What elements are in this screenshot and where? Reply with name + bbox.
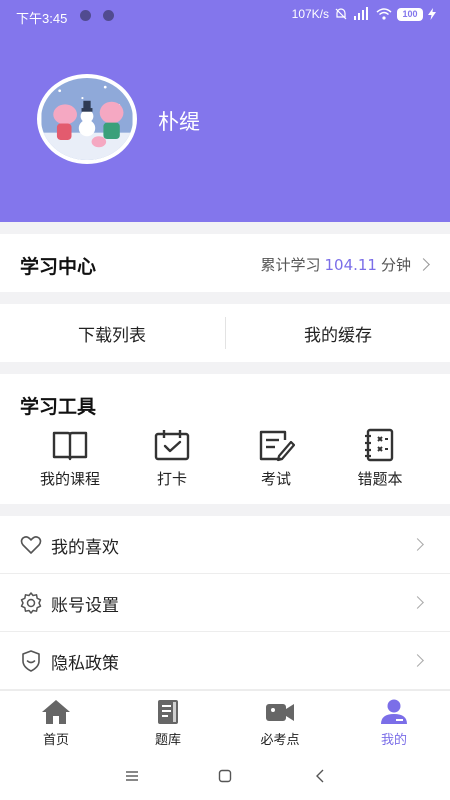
tool-label: 我的课程 <box>39 470 100 488</box>
downloads-row: 下载列表 我的缓存 <box>0 304 450 362</box>
study-time-summary: 累计学习 104.11 分钟 <box>260 254 430 275</box>
wifi-icon <box>376 8 392 20</box>
tool-wrong-questions[interactable]: 错题本 <box>330 428 430 489</box>
cartoon-pig-snowman-avatar <box>41 78 133 160</box>
mute-bell-icon <box>335 8 347 20</box>
study-time-suffix: 分钟 <box>380 256 411 274</box>
tab-label: 首页 <box>42 733 69 748</box>
tab-label: 我的 <box>380 733 407 748</box>
menu-nav-icon[interactable] <box>120 766 144 786</box>
back-nav-icon[interactable] <box>308 766 332 786</box>
menu-item-privacy-policy[interactable]: 隐私政策 <box>0 632 450 690</box>
tool-check-in[interactable]: 打卡 <box>122 428 222 489</box>
gear-icon <box>20 592 42 614</box>
home-nav-icon[interactable] <box>213 766 237 786</box>
tab-label: 必考点 <box>260 733 300 748</box>
exam-edit-icon <box>259 430 295 462</box>
tab-mine[interactable]: 我的 <box>338 699 450 748</box>
study-center-title: 学习中心 <box>20 256 97 278</box>
menu-item-label: 隐私政策 <box>51 654 119 674</box>
user-icon <box>381 699 407 724</box>
study-tools-title: 学习工具 <box>20 396 97 418</box>
battery-icon: 100 <box>397 7 423 21</box>
menu-item-label: 账号设置 <box>51 596 119 616</box>
tool-label: 错题本 <box>357 470 403 488</box>
status-indicators: 107K/s 100 <box>292 7 436 21</box>
tab-key-points[interactable]: 必考点 <box>224 699 336 748</box>
study-tools-section: 学习工具 我的课程 打卡 考试 错题本 <box>0 374 450 504</box>
settings-menu: 我的喜欢 账号设置 隐私政策 <box>0 516 450 690</box>
menu-item-favorites[interactable]: 我的喜欢 <box>0 516 450 574</box>
calendar-check-icon <box>154 430 190 461</box>
notification-dot-icon <box>103 10 114 21</box>
username: 朴缇 <box>158 110 200 134</box>
tool-exam[interactable]: 考试 <box>226 428 326 489</box>
study-minutes: 104.11 <box>324 255 377 274</box>
home-icon <box>42 700 70 724</box>
signal-icon <box>354 7 368 20</box>
question-bank-icon <box>158 700 178 724</box>
chevron-right-icon <box>411 654 424 667</box>
system-nav-bar <box>0 752 450 800</box>
tool-my-courses[interactable]: 我的课程 <box>20 428 120 489</box>
chevron-right-icon <box>411 596 424 609</box>
network-speed: 107K/s <box>291 7 329 21</box>
tab-label: 题库 <box>154 733 181 748</box>
bottom-tab-bar: 首页 题库 必考点 我的 <box>0 690 450 752</box>
chevron-right-icon <box>417 258 430 271</box>
shield-icon <box>22 650 40 672</box>
tool-label: 考试 <box>260 470 291 488</box>
tab-home[interactable]: 首页 <box>0 699 112 748</box>
chevron-right-icon <box>411 538 424 551</box>
charging-icon <box>428 8 436 20</box>
profile-header: 下午3:45 107K/s 100 朴缇 <box>0 0 450 222</box>
notebook-icon <box>365 428 394 462</box>
notification-dot-icon <box>80 10 91 21</box>
study-center-row[interactable]: 学习中心 累计学习 104.11 分钟 <box>0 234 450 292</box>
menu-item-label: 我的喜欢 <box>51 538 119 558</box>
status-bar: 下午3:45 107K/s 100 <box>0 0 450 30</box>
tool-label: 打卡 <box>156 470 187 488</box>
avatar[interactable] <box>37 74 137 164</box>
study-time-prefix: 累计学习 <box>260 256 321 274</box>
status-time: 下午3:45 <box>16 11 68 26</box>
book-icon <box>52 431 88 461</box>
tab-question-bank[interactable]: 题库 <box>112 699 224 748</box>
menu-item-account-settings[interactable]: 账号设置 <box>0 574 450 632</box>
my-cache-button[interactable]: 我的缓存 <box>226 304 450 362</box>
video-icon <box>266 704 294 721</box>
heart-icon <box>20 536 42 554</box>
download-list-button[interactable]: 下载列表 <box>0 304 224 362</box>
